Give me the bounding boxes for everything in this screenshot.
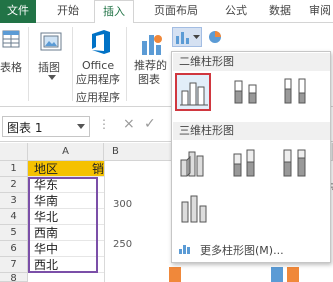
section-2d-column: 二维柱形图 xyxy=(173,53,330,71)
chevron-down-icon xyxy=(48,75,56,80)
tab-home[interactable]: 开始 xyxy=(44,0,92,23)
chart-bar xyxy=(271,267,283,282)
axis-tick-label: 300 xyxy=(113,199,133,210)
percent-stacked-column-option[interactable] xyxy=(278,73,314,111)
3d-stacked-column-option[interactable] xyxy=(228,144,264,182)
office-apps-label-1: Office xyxy=(82,59,115,72)
3d-stacked-column-icon xyxy=(233,149,255,177)
formula-bar-dots: ⋮ xyxy=(98,117,110,131)
tab-file[interactable]: 文件 xyxy=(0,0,36,23)
confirm-icon[interactable]: ✓ xyxy=(144,116,156,132)
percent-stacked-column-icon xyxy=(284,78,306,104)
name-box[interactable]: 图表 1 xyxy=(2,116,90,137)
tab-insert[interactable]: 插入 xyxy=(94,0,134,24)
tab-review[interactable]: 审阅 xyxy=(304,0,333,23)
recommended-charts-label-1: 推荐的 xyxy=(134,59,167,72)
office-logo-icon xyxy=(92,30,110,54)
name-box-value: 图表 1 xyxy=(7,121,43,135)
more-column-charts-label: 更多柱形图(M)... xyxy=(200,244,284,257)
cell-b1-fragment[interactable]: 销 xyxy=(92,161,104,177)
chevron-down-icon xyxy=(193,35,200,39)
selected-range-highlight xyxy=(28,177,98,273)
chart-bar xyxy=(287,267,299,282)
more-column-charts-item[interactable]: 更多柱形图(M)... xyxy=(173,238,330,260)
table-button[interactable]: 表格 xyxy=(0,29,26,81)
group-separator xyxy=(72,27,73,101)
group-separator xyxy=(28,27,29,101)
recommended-chart-icon xyxy=(142,35,162,55)
3d-column-option[interactable] xyxy=(176,190,212,228)
stacked-column-option[interactable] xyxy=(228,73,264,111)
pie-chart-icon xyxy=(209,31,221,43)
tab-data[interactable]: 数据 xyxy=(256,0,304,23)
column-header-a[interactable]: A xyxy=(28,143,104,161)
row-header[interactable]: 1 xyxy=(0,161,28,177)
axis-tick-label: 250 xyxy=(113,239,133,250)
chart-bar xyxy=(169,267,181,282)
office-apps-button[interactable]: Office 应用程序 xyxy=(76,27,126,89)
cell-a1-header[interactable]: 地区 xyxy=(28,161,92,177)
row-header[interactable]: 5 xyxy=(0,225,28,241)
recommended-charts-button[interactable]: 推荐的 图表 xyxy=(132,27,170,89)
3d-column-icon xyxy=(181,195,207,223)
clustered-column-icon xyxy=(180,82,208,106)
illustrations-button[interactable]: 插图 xyxy=(34,27,70,87)
cancel-icon[interactable]: × xyxy=(123,116,135,132)
row-header[interactable]: 2 xyxy=(0,177,28,193)
clustered-column-option[interactable] xyxy=(175,73,211,111)
recommended-charts-label-2: 图表 xyxy=(138,73,160,86)
row-header[interactable]: 7 xyxy=(0,257,28,273)
table-icon xyxy=(2,30,20,48)
group-separator xyxy=(126,27,127,101)
stacked-column-icon xyxy=(234,80,257,104)
row-header[interactable]: 3 xyxy=(0,193,28,209)
column-chart-button[interactable] xyxy=(172,27,202,47)
tab-formulas[interactable]: 公式 xyxy=(214,0,258,23)
column-chart-dropdown: 二维柱形图 三维柱形图 更多柱形图(M)... xyxy=(171,51,331,263)
ribbon-tab-bar: 文件 开始 插入 页面布局 公式 数据 审阅 xyxy=(0,0,333,24)
pie-chart-button[interactable] xyxy=(204,27,234,47)
select-all-corner[interactable] xyxy=(0,143,28,161)
group-label-apps: 应用程序 xyxy=(76,91,120,104)
column-chart-small-icon xyxy=(179,245,190,254)
3d-clustered-column-option[interactable] xyxy=(176,144,212,182)
row-header[interactable]: 6 xyxy=(0,241,28,257)
picture-icon xyxy=(40,32,62,51)
tab-page-layout[interactable]: 页面布局 xyxy=(140,0,212,23)
office-apps-label-2: 应用程序 xyxy=(76,73,120,86)
illustrations-label: 插图 xyxy=(38,61,60,74)
row-header[interactable]: 8 xyxy=(0,273,28,282)
3d-percent-stacked-column-icon xyxy=(283,149,306,177)
chevron-down-icon xyxy=(77,124,85,129)
column-chart-icon xyxy=(176,32,189,44)
row-header[interactable]: 4 xyxy=(0,209,28,225)
section-3d-column: 三维柱形图 xyxy=(173,122,330,140)
table-button-label: 表格 xyxy=(0,61,22,74)
3d-percent-stacked-column-option[interactable] xyxy=(278,144,314,182)
3d-clustered-column-icon xyxy=(180,151,204,177)
